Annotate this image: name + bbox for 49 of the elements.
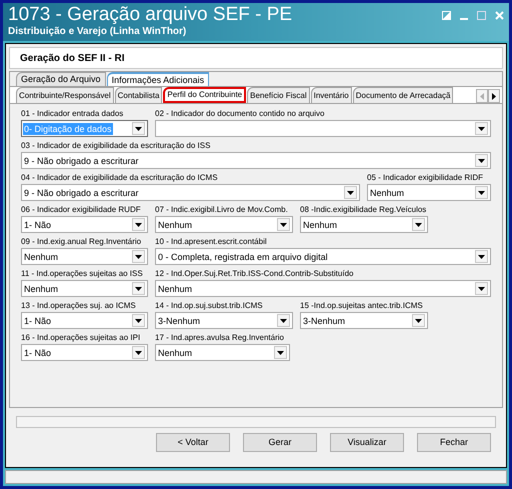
- action-button[interactable]: Gerar: [243, 433, 317, 452]
- dropdown-field[interactable]: 1- Não: [21, 312, 148, 329]
- dropdown-field[interactable]: 3-Nenhum: [300, 312, 428, 329]
- action-button[interactable]: Visualizar: [330, 433, 404, 452]
- tab[interactable]: Contabilista: [114, 87, 162, 103]
- field-label: 15 -Ind.op.sujeitas antec.trib.ICMS: [300, 300, 423, 312]
- field-label: 08 -Indic.exigibilidade Reg.Veículos: [300, 204, 426, 216]
- field-label: 04 - Indicador de exigibilidade da escrituração do ICMS: [21, 172, 218, 184]
- tab[interactable]: Documento de Arrecadaçã: [352, 87, 454, 103]
- field-label: 14 - Ind.op.suj.subst.trib.ICMS: [155, 300, 263, 312]
- dropdown-field[interactable]: 9 - Não obrigado a escriturar: [21, 184, 360, 201]
- tab[interactable]: Perfil do Contribuinte: [163, 87, 246, 103]
- action-button[interactable]: < Voltar: [156, 433, 230, 452]
- tab[interactable]: Informações Adicionais: [106, 72, 210, 86]
- dropdown-field[interactable]: 9 - Não obrigado a escriturar: [21, 152, 491, 169]
- field-label: 05 - Indicador exigibilidade RIDF: [367, 172, 484, 184]
- dropdown-field[interactable]: Nenhum: [300, 216, 428, 233]
- field-label: 02 - Indicador do documento contido no arquivo: [155, 108, 324, 120]
- dropdown-field[interactable]: Nenhum: [367, 184, 491, 201]
- field-label: 12 - Ind.Oper.Suj.Ret.Trib.ISS-Cond.Contrib-Substituído: [155, 268, 354, 280]
- dropdown-field[interactable]: [155, 120, 491, 137]
- field-label: 16 - Ind.operações sujeitas ao IPI: [21, 332, 140, 344]
- field-label: 13 - Ind.operações suj. ao ICMS: [21, 300, 136, 312]
- section-title: Geração do SEF II - RI: [20, 52, 124, 66]
- dropdown-field[interactable]: 0 - Completa, registrada em arquivo digital: [155, 248, 491, 265]
- field-label: 03 - Indicador de exigibilidade da escrituração do ISS: [21, 140, 210, 152]
- tab[interactable]: Benefício Fiscal: [247, 87, 310, 103]
- tab[interactable]: Inventário: [310, 87, 352, 103]
- field-label: 09 - Ind.exig.anual Reg.Inventário: [21, 236, 142, 248]
- window-title: 1073 - Geração arquivo SEF - PE: [8, 4, 292, 26]
- dropdown-field[interactable]: Nenhum: [155, 344, 290, 361]
- window-subtitle: Distribuição e Varejo (Linha WinThor): [8, 26, 188, 38]
- tab[interactable]: Contribuinte/Responsável: [16, 87, 114, 103]
- field-label: 01 - Indicador entrada dados: [21, 108, 124, 120]
- dropdown-field[interactable]: Nenhum: [155, 280, 491, 297]
- dropdown-field[interactable]: Nenhum: [21, 280, 148, 297]
- scroll-right-icon[interactable]: [488, 89, 500, 103]
- field-label: 10 - Ind.apresent.escrit.contábil: [155, 236, 267, 248]
- field-label: 11 - Ind.operações sujeitas ao ISS: [21, 268, 143, 280]
- tab[interactable]: Geração do Arquivo: [16, 72, 106, 86]
- dropdown-field[interactable]: 3-Nenhum: [155, 312, 293, 329]
- field-label: 07 - Indic.exigibil.Livro de Mov.Comb.: [155, 204, 288, 216]
- field-label: 06 - Indicador exigibilidade RUDF: [21, 204, 141, 216]
- dropdown-field[interactable]: Nenhum: [21, 248, 148, 265]
- action-button[interactable]: Fechar: [417, 433, 491, 452]
- field-label: 17 - Ind.apres.avulsa Reg.Inventário: [155, 332, 284, 344]
- dropdown-field[interactable]: 1- Não: [21, 344, 148, 361]
- dropdown-field[interactable]: Nenhum: [155, 216, 293, 233]
- dropdown-field[interactable]: 1- Não: [21, 216, 148, 233]
